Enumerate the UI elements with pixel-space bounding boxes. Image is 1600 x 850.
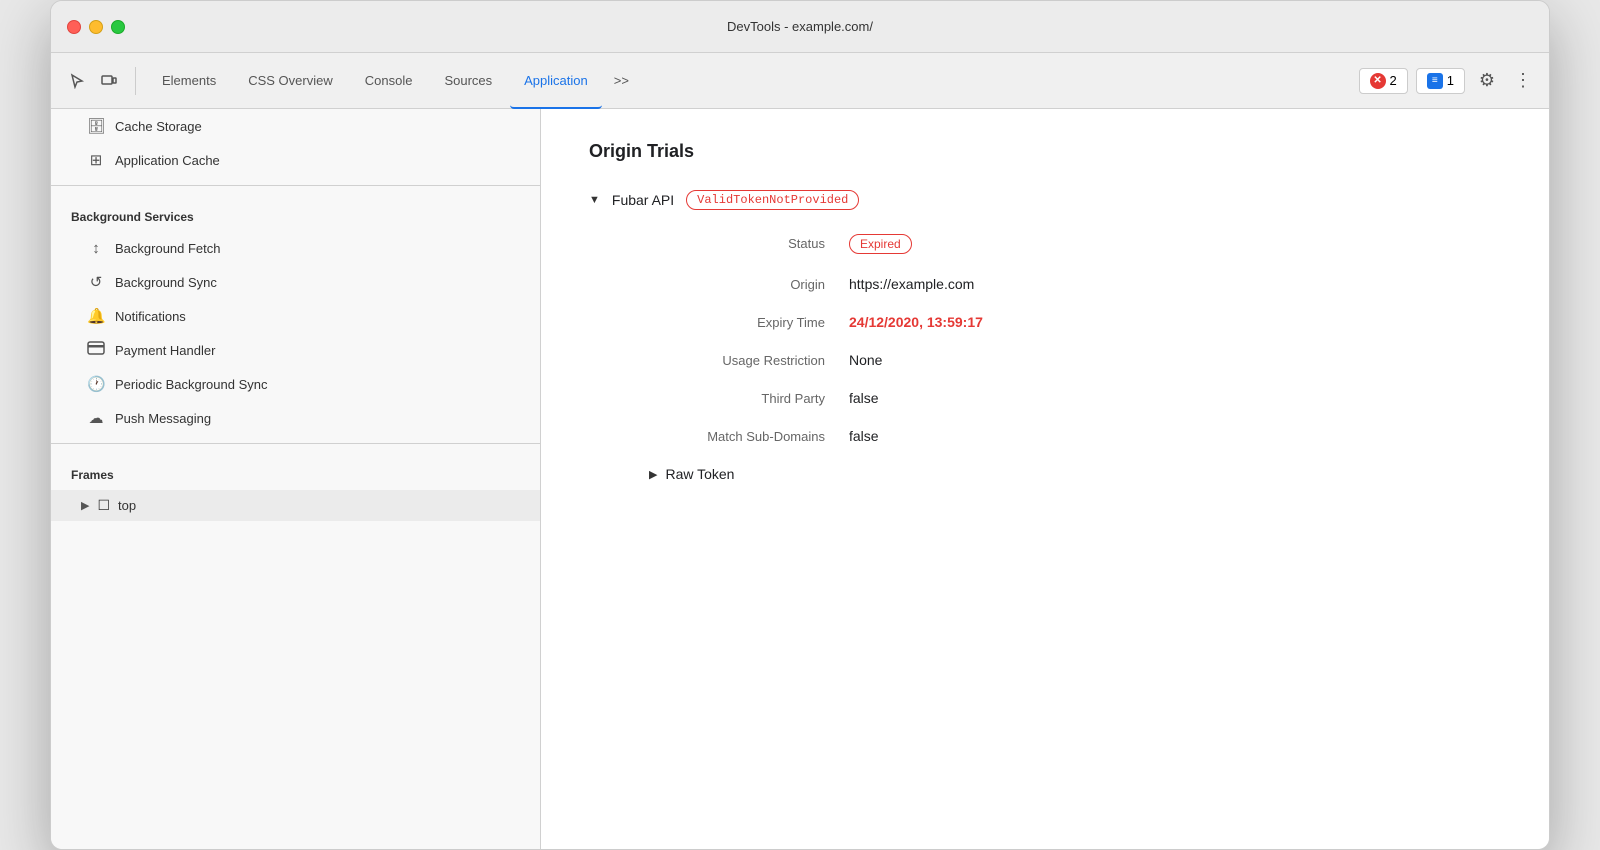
third-party-row: Third Party false xyxy=(649,390,1501,406)
traffic-lights xyxy=(67,20,125,34)
tab-css-overview[interactable]: CSS Overview xyxy=(234,53,347,109)
error-count: 2 xyxy=(1390,73,1397,88)
cursor-icon[interactable] xyxy=(63,67,91,95)
sidebar-item-push-messaging[interactable]: ☁ Push Messaging xyxy=(51,401,540,435)
expiry-time-value: 24/12/2020, 13:59:17 xyxy=(849,314,983,330)
payment-handler-icon xyxy=(87,341,105,359)
origin-label: Origin xyxy=(649,277,849,292)
content-area: 🗄 Cache Storage ⊞ Application Cache Back… xyxy=(51,109,1549,849)
toolbar-right: ✕ 2 ≡ 1 ⚙ ⋮ xyxy=(1359,67,1537,95)
frame-icon: ☐ xyxy=(97,497,110,514)
info-badge-button[interactable]: ≡ 1 xyxy=(1416,68,1465,94)
tab-console[interactable]: Console xyxy=(351,53,427,109)
devtools-window: DevTools - example.com/ Elements CSS Ove… xyxy=(50,0,1550,850)
sidebar-item-periodic-background-sync[interactable]: 🕐 Periodic Background Sync xyxy=(51,367,540,401)
sidebar-divider-2 xyxy=(51,443,540,444)
toolbar-icon-group xyxy=(63,67,136,95)
application-cache-icon: ⊞ xyxy=(87,151,105,169)
error-badge-button[interactable]: ✕ 2 xyxy=(1359,68,1408,94)
sidebar-item-label: Background Sync xyxy=(115,275,217,290)
token-not-provided-badge: ValidTokenNotProvided xyxy=(686,190,859,210)
frame-label: top xyxy=(118,498,136,513)
more-options-icon[interactable]: ⋮ xyxy=(1509,67,1537,95)
origin-value: https://example.com xyxy=(849,276,974,292)
titlebar: DevTools - example.com/ xyxy=(51,1,1549,53)
maximize-button[interactable] xyxy=(111,20,125,34)
background-sync-icon: ↺ xyxy=(87,273,105,291)
background-services-label: Background Services xyxy=(51,194,540,232)
match-sub-domains-value: false xyxy=(849,428,879,444)
sidebar-item-label: Push Messaging xyxy=(115,411,211,426)
info-icon: ≡ xyxy=(1427,73,1443,89)
sidebar-item-cache-storage[interactable]: 🗄 Cache Storage xyxy=(51,109,540,143)
api-row: ▼ Fubar API ValidTokenNotProvided xyxy=(589,190,1501,210)
sidebar-item-label: Notifications xyxy=(115,309,186,324)
tab-application[interactable]: Application xyxy=(510,53,602,109)
push-messaging-icon: ☁ xyxy=(87,409,105,427)
status-label: Status xyxy=(649,236,849,251)
frames-label: Frames xyxy=(51,452,540,490)
window-title: DevTools - example.com/ xyxy=(727,19,873,34)
info-count: 1 xyxy=(1447,73,1454,88)
match-sub-domains-row: Match Sub-Domains false xyxy=(649,428,1501,444)
sidebar-item-label: Periodic Background Sync xyxy=(115,377,267,392)
usage-restriction-value: None xyxy=(849,352,882,368)
sidebar-item-label: Background Fetch xyxy=(115,241,221,256)
cache-storage-icon: 🗄 xyxy=(87,117,105,135)
sidebar-item-label: Application Cache xyxy=(115,153,220,168)
origin-row: Origin https://example.com xyxy=(649,276,1501,292)
sidebar-item-background-fetch[interactable]: ↕ Background Fetch xyxy=(51,232,540,265)
usage-restriction-label: Usage Restriction xyxy=(649,353,849,368)
match-sub-domains-label: Match Sub-Domains xyxy=(649,429,849,444)
sidebar-divider-1 xyxy=(51,185,540,186)
error-icon: ✕ xyxy=(1370,73,1386,89)
status-row: Status Expired xyxy=(649,234,1501,254)
usage-restriction-row: Usage Restriction None xyxy=(649,352,1501,368)
background-fetch-icon: ↕ xyxy=(87,240,105,257)
sidebar-item-frames-top[interactable]: ▶ ☐ top xyxy=(51,490,540,521)
sidebar: 🗄 Cache Storage ⊞ Application Cache Back… xyxy=(51,109,541,849)
tab-sources[interactable]: Sources xyxy=(430,53,506,109)
status-badge: Expired xyxy=(849,234,912,254)
raw-token-row: ▶ Raw Token xyxy=(649,466,1501,482)
sidebar-item-label: Payment Handler xyxy=(115,343,215,358)
api-name-label: Fubar API xyxy=(612,192,674,208)
sidebar-item-payment-handler[interactable]: Payment Handler xyxy=(51,333,540,367)
sidebar-item-background-sync[interactable]: ↺ Background Sync xyxy=(51,265,540,299)
close-button[interactable] xyxy=(67,20,81,34)
sidebar-item-notifications[interactable]: 🔔 Notifications xyxy=(51,299,540,333)
expiry-time-label: Expiry Time xyxy=(649,315,849,330)
page-title: Origin Trials xyxy=(589,141,1501,162)
raw-token-label: Raw Token xyxy=(665,466,734,482)
periodic-background-sync-icon: 🕐 xyxy=(87,375,105,393)
third-party-label: Third Party xyxy=(649,391,849,406)
expand-triangle-icon: ▶ xyxy=(81,499,89,512)
main-panel: Origin Trials ▼ Fubar API ValidTokenNotP… xyxy=(541,109,1549,849)
toolbar: Elements CSS Overview Console Sources Ap… xyxy=(51,53,1549,109)
raw-token-expand-icon[interactable]: ▶ xyxy=(649,468,657,481)
detail-table: Status Expired Origin https://example.co… xyxy=(649,234,1501,444)
settings-icon[interactable]: ⚙ xyxy=(1473,67,1501,95)
sidebar-item-application-cache[interactable]: ⊞ Application Cache xyxy=(51,143,540,177)
minimize-button[interactable] xyxy=(89,20,103,34)
collapse-triangle-icon[interactable]: ▼ xyxy=(589,194,600,206)
more-tabs-button[interactable]: >> xyxy=(606,65,637,96)
notifications-icon: 🔔 xyxy=(87,307,105,325)
tab-elements[interactable]: Elements xyxy=(148,53,230,109)
third-party-value: false xyxy=(849,390,879,406)
sidebar-item-label: Cache Storage xyxy=(115,119,202,134)
device-icon[interactable] xyxy=(95,67,123,95)
expiry-time-row: Expiry Time 24/12/2020, 13:59:17 xyxy=(649,314,1501,330)
